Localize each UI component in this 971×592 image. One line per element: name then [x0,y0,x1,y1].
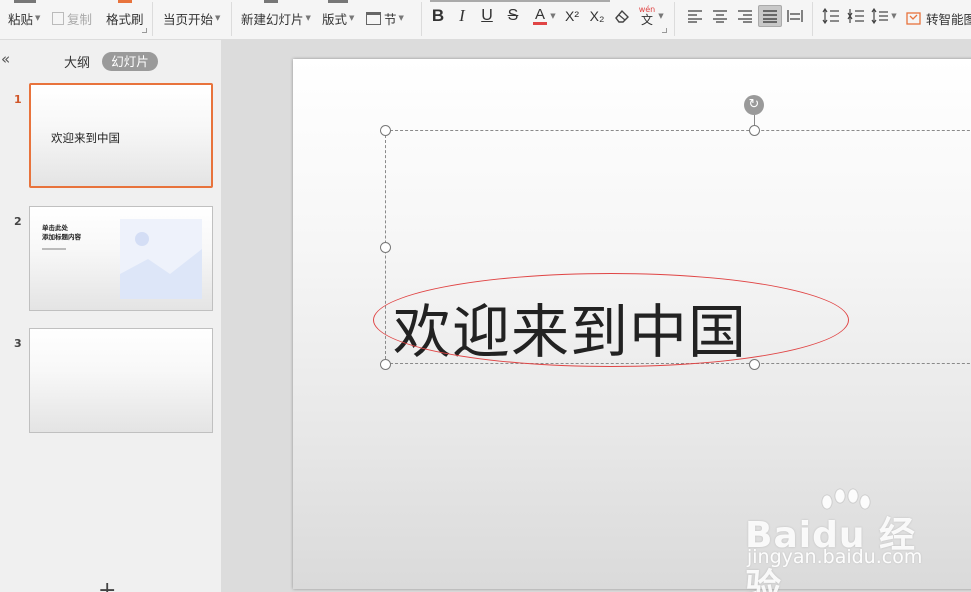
slide-number-3: 3 [14,337,22,350]
justify-icon [763,10,777,23]
italic-button[interactable]: I [455,6,469,26]
thumbnail-subtitle-placeholder [42,248,66,250]
tab-outline[interactable]: 大纲 [64,52,90,71]
watermark-url: jingyan.baidu.com [747,546,923,568]
phonetic-dropdown-icon[interactable]: ▼ [657,6,665,26]
highlight-ellipse-annotation [373,273,849,367]
thumbnail-title: 单击此处 添加标题内容 [42,224,81,242]
slide-thumbnail-3[interactable] [29,328,213,433]
strikethrough-button[interactable]: S [505,6,521,26]
distribute-button[interactable] [786,6,804,26]
paste-button[interactable]: 粘贴 ▼ [8,0,40,36]
new-slide-button[interactable]: 新建幻灯片 ▼ [241,0,311,36]
align-right-icon [738,10,752,23]
slide-thumbnail-2[interactable]: 单击此处 添加标题内容 [29,206,213,311]
slide-number-1: 1 [14,93,22,106]
align-left-button[interactable] [686,6,704,26]
font-dialog-launcher[interactable] [662,28,667,33]
smart-convert-button[interactable]: 转智能图 [906,0,971,36]
tab-slides[interactable]: 幻灯片 [102,52,158,71]
landscape-picture-icon [120,232,202,299]
justify-button[interactable] [758,5,782,27]
eraser-icon [615,9,629,23]
rotate-icon[interactable]: ↻ [744,95,764,115]
thumbnail-title: 欢迎来到中国 [51,131,120,145]
resize-handle-bottom-center[interactable] [749,359,760,370]
format-painter-button[interactable]: 格式刷 [106,0,144,36]
layout-button[interactable]: 版式 ▼ [322,0,354,36]
phonetic-guide-button[interactable]: wén 文 [637,6,657,27]
baidu-watermark: Baidu 经验 jingyan.baidu.com [745,488,945,592]
copy-icon [52,11,64,25]
copy-button[interactable]: 复制 [52,0,92,36]
paragraph-spacing-icon [847,9,864,23]
paragraph-spacing-button[interactable] [847,6,865,26]
spacing-options-button[interactable] [871,6,889,26]
align-center-button[interactable] [711,6,729,26]
thumbnail-title-line1: 单击此处 [42,224,68,232]
section-button[interactable]: 节 ▼ [366,0,404,36]
subscript-button[interactable]: X₂ [587,6,607,26]
picture-placeholder [120,219,202,299]
collapse-panel-button[interactable]: « [1,50,10,68]
spacing-options-dropdown-icon[interactable]: ▼ [890,6,898,26]
superscript-button[interactable]: X² [562,6,582,26]
font-box-edge [430,0,610,2]
ribbon-toolbar: 粘贴 ▼ 复制 格式刷 当页开始 ▼ 新建幻灯片 ▼ 版式 ▼ 节 ▼ B I U S A… [0,0,971,40]
slide-number-2: 2 [14,215,22,228]
underline-button[interactable]: U [479,6,495,26]
slide-navigation-panel: « 大纲 幻灯片 1 欢迎来到中国 2 单击此处 添加标题内容 3 + [0,40,222,592]
add-slide-button[interactable]: + [98,578,116,592]
resize-handle-top-left[interactable] [380,125,391,136]
font-color-dropdown-icon[interactable]: ▼ [549,6,557,26]
align-left-icon [688,10,702,23]
align-right-button[interactable] [736,6,754,26]
bold-button[interactable]: B [430,6,446,26]
start-from-current-button[interactable]: 当页开始 ▼ [163,0,220,36]
smart-convert-icon [906,12,921,25]
distribute-icon [787,10,803,22]
spacing-options-icon [871,8,888,24]
resize-handle-top-center[interactable] [749,125,760,136]
clipboard-dialog-launcher[interactable] [142,28,147,33]
resize-handle-middle-left[interactable] [380,242,391,253]
font-color-bar [533,22,547,25]
section-icon [366,11,381,25]
thumbnail-title-line2: 添加标题内容 [42,233,81,241]
font-color-button[interactable]: A [530,6,550,26]
clear-format-button[interactable] [613,6,631,26]
resize-handle-bottom-left[interactable] [380,359,391,370]
slide-thumbnail-1[interactable]: 欢迎来到中国 [29,83,213,188]
align-center-icon [713,10,727,23]
line-spacing-icon [822,8,839,24]
line-spacing-button[interactable] [822,6,840,26]
